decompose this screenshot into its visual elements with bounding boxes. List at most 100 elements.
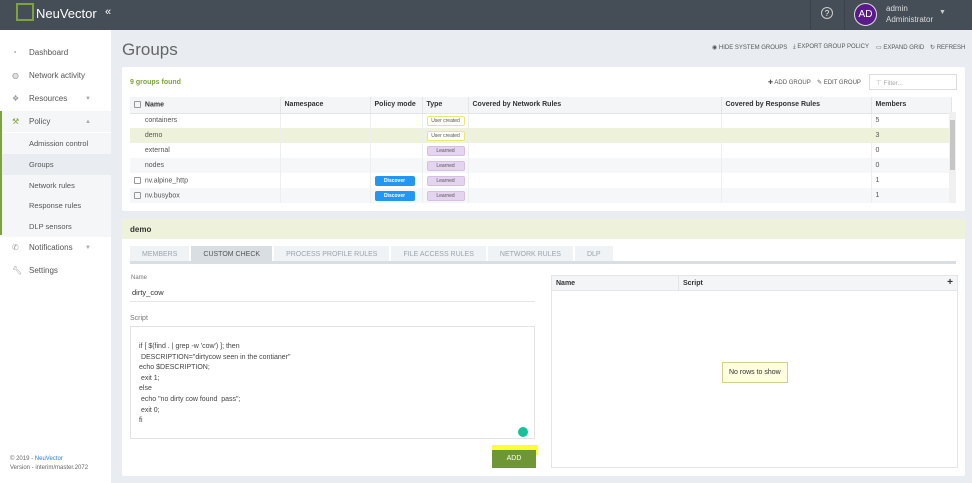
cell-response-rules xyxy=(721,128,872,143)
chevron-down-icon: ▼ xyxy=(85,95,91,102)
group-name: external xyxy=(144,147,170,154)
column-script[interactable]: Script xyxy=(678,276,703,291)
cell-name: nv.alpine_http xyxy=(130,173,281,188)
cubes-icon: ❖ xyxy=(12,94,20,103)
tab-process-profile-rules[interactable]: PROCESS PROFILE RULES xyxy=(274,246,390,261)
expand-grid-button[interactable]: ▭ EXPAND GRID xyxy=(876,44,924,51)
cell-policy-mode xyxy=(370,128,423,143)
cell-response-rules xyxy=(721,173,872,188)
chevron-down-icon: ▼ xyxy=(85,244,91,251)
tab-network-rules[interactable]: NETWORK RULES xyxy=(487,246,573,261)
column-network-rules[interactable]: Covered by Network Rules xyxy=(468,97,722,114)
page-title: Groups xyxy=(122,40,178,59)
question-circle-icon[interactable]: ? xyxy=(821,7,833,19)
column-response-rules[interactable]: Covered by Response Rules xyxy=(721,97,872,114)
sidebar-item-label: Notifications xyxy=(29,243,73,252)
label: EXPAND GRID xyxy=(883,45,925,51)
sidebar-item-settings[interactable]: 🔧︎ Settings xyxy=(0,260,111,281)
cell-network-rules xyxy=(468,188,722,203)
table-row[interactable]: containers User created 5 xyxy=(130,113,952,128)
sidebar-item-policy[interactable]: ⚒ Policy ▲ xyxy=(0,111,111,132)
table-row[interactable]: nv.alpine_http Discover Learned 1 xyxy=(130,173,952,188)
name-field[interactable]: dirty_cow xyxy=(130,288,535,302)
sidebar-item-dlp-sensors[interactable]: DLP sensors xyxy=(0,216,111,237)
scrollbar-thumb[interactable] xyxy=(950,120,955,170)
name-label: Name xyxy=(131,275,148,281)
cell-members: 0 xyxy=(871,143,952,158)
table-row[interactable]: nodes Learned 0 xyxy=(130,158,952,173)
script-textarea[interactable]: if [ $(find . | grep -w 'cow') ]; then D… xyxy=(130,326,535,439)
table-row[interactable]: demo User created 3 xyxy=(130,128,952,143)
column-members[interactable]: Members xyxy=(871,97,952,114)
column-name[interactable]: Name xyxy=(556,280,575,287)
column-policy-mode[interactable]: Policy mode xyxy=(370,97,423,114)
select-all-checkbox[interactable] xyxy=(134,101,141,109)
row-checkbox[interactable] xyxy=(134,191,141,199)
custom-check-grid: Name Script + No rows to show xyxy=(551,275,958,468)
tab-custom-check[interactable]: CUSTOM CHECK xyxy=(191,246,273,261)
wrench-icon: 🔧︎ xyxy=(12,266,23,275)
cell-policy-mode xyxy=(370,113,423,128)
user-menu[interactable]: admin Administrator xyxy=(886,3,933,25)
table-row[interactable]: nv.busybox Discover Learned 1 xyxy=(130,188,952,203)
label: EDIT GROUP xyxy=(823,80,861,86)
add-group-button[interactable]: ✚ ADD GROUP xyxy=(768,79,811,86)
add-button[interactable]: ADD xyxy=(492,450,536,468)
avatar[interactable]: AD xyxy=(854,3,877,26)
cell-response-rules xyxy=(721,143,872,158)
sidebar-item-groups[interactable]: Groups xyxy=(0,154,111,175)
cell-type: User created xyxy=(422,113,469,128)
column-type[interactable]: Type xyxy=(422,97,469,114)
cell-policy-mode xyxy=(370,158,423,173)
gauge-icon: ◔ xyxy=(12,48,17,57)
cell-members: 5 xyxy=(871,113,952,128)
grammarly-icon[interactable] xyxy=(518,427,528,437)
double-chevron-left-icon[interactable]: « xyxy=(105,6,111,18)
tab-file-access-rules[interactable]: FILE ACCESS RULES xyxy=(391,246,486,261)
column-name[interactable]: Name xyxy=(130,97,281,114)
globe-icon: ◍ xyxy=(12,71,19,80)
edit-group-button[interactable]: ✎ EDIT GROUP xyxy=(817,79,861,86)
sidebar: ◔ Dashboard ◍ Network activity ❖ Resources ▼… xyxy=(0,30,111,483)
cell-network-rules xyxy=(468,158,722,173)
script-label: Script xyxy=(130,315,148,322)
sidebar-item-network-rules[interactable]: Network rules xyxy=(0,175,111,196)
row-checkbox[interactable] xyxy=(134,176,141,184)
cell-response-rules xyxy=(721,158,872,173)
neuvector-link[interactable]: NeuVector xyxy=(35,456,63,462)
cell-members: 1 xyxy=(871,188,952,203)
cell-network-rules xyxy=(468,143,722,158)
cell-namespace xyxy=(280,143,371,158)
sidebar-item-label: Policy xyxy=(29,117,51,126)
tab-dlp[interactable]: DLP xyxy=(574,246,613,261)
tab-members[interactable]: MEMBERS xyxy=(130,246,190,261)
table-row[interactable]: external Learned 0 xyxy=(130,143,952,158)
sidebar-item-label: Network activity xyxy=(29,71,86,80)
sidebar-item-admission-control[interactable]: Admission control xyxy=(0,133,111,154)
phone-icon: ✆ xyxy=(12,243,19,252)
sidebar-item-dashboard[interactable]: ◔ Dashboard xyxy=(0,42,111,63)
footer: © 2019 - NeuVector Version - interim/mast… xyxy=(10,455,88,473)
sidebar-item-notifications[interactable]: ✆ Notifications ▼ xyxy=(0,237,111,258)
hide-system-groups-button[interactable]: ◉ HIDE SYSTEM GROUPS xyxy=(712,44,787,51)
cell-members: 0 xyxy=(871,158,952,173)
filter-input[interactable]: ⊤ Filter... xyxy=(869,74,957,90)
cell-response-rules xyxy=(721,113,872,128)
column-namespace[interactable]: Namespace xyxy=(280,97,371,114)
sidebar-item-resources[interactable]: ❖ Resources ▼ xyxy=(0,88,111,109)
export-group-policy-button[interactable]: ⤓ EXPORT GROUP POLICY xyxy=(793,44,869,51)
chevron-down-icon[interactable]: ▼ xyxy=(939,9,946,16)
sidebar-item-label: Resources xyxy=(29,94,68,103)
cell-type: Learned xyxy=(422,188,469,203)
detail-title: demo xyxy=(122,219,965,239)
user-name: admin xyxy=(886,4,908,13)
type-badge: User created xyxy=(426,130,465,141)
policy-mode-badge: Discover xyxy=(374,175,415,186)
sidebar-item-response-rules[interactable]: Response rules xyxy=(0,195,111,216)
cell-type: Learned xyxy=(422,173,469,188)
sidebar-item-network-activity[interactable]: ◍ Network activity xyxy=(0,65,111,86)
cell-name: external xyxy=(130,143,281,158)
type-badge: Learned xyxy=(426,160,465,171)
plus-icon[interactable]: + xyxy=(947,277,953,288)
refresh-button[interactable]: ↻ REFRESH xyxy=(930,44,965,51)
